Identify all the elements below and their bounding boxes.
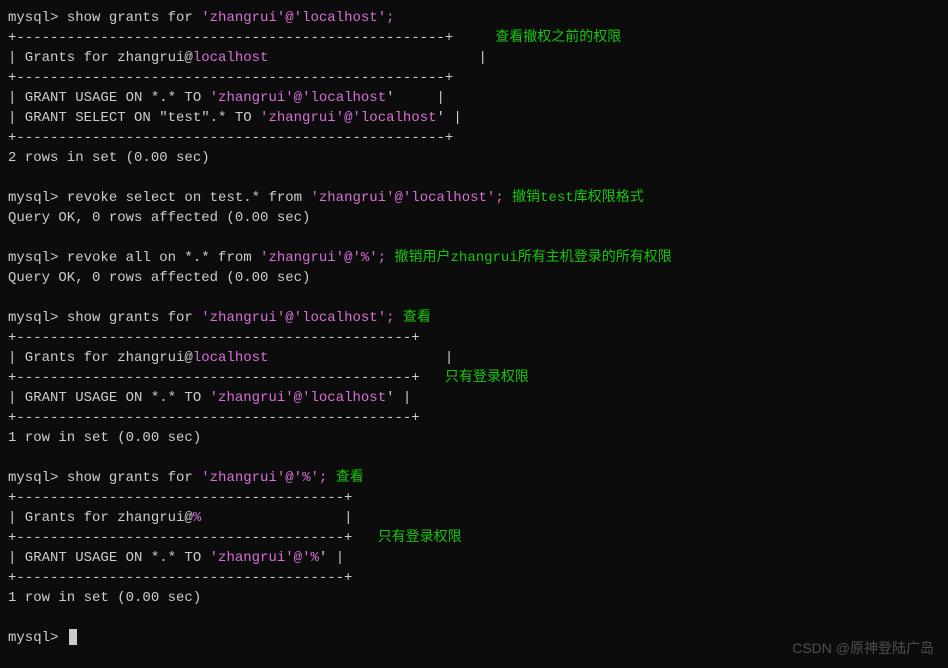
cmd-revoke-all: mysql> revoke all on *.* from 'zhangrui'… — [8, 248, 940, 268]
blank-line — [8, 228, 940, 248]
result-line: Query OK, 0 rows affected (0.00 sec) — [8, 268, 940, 288]
table-header: | Grants for zhangrui@localhost | — [8, 48, 940, 68]
result-line: 1 row in set (0.00 sec) — [8, 428, 940, 448]
annotation: 查看 — [336, 470, 364, 486]
cmd-revoke-select: mysql> revoke select on test.* from 'zha… — [8, 188, 940, 208]
blank-line — [8, 448, 940, 468]
table-border: +---------------------------------------… — [8, 528, 940, 548]
table-header: | Grants for zhangrui@% | — [8, 508, 940, 528]
table-border: +---------------------------------------… — [8, 408, 940, 428]
result-line: 1 row in set (0.00 sec) — [8, 588, 940, 608]
annotation: 查看撤权之前的权限 — [495, 30, 621, 46]
table-border: +---------------------------------------… — [8, 368, 940, 388]
annotation: 只有登录权限 — [378, 530, 462, 546]
annotation: 撤销用户zhangrui所有主机登录的所有权限 — [395, 250, 672, 266]
result-line: 2 rows in set (0.00 sec) — [8, 148, 940, 168]
cmd-show-grants-localhost-2: mysql> show grants for 'zhangrui'@'local… — [8, 308, 940, 328]
annotation: 只有登录权限 — [445, 370, 529, 386]
annotation: 查看 — [403, 310, 431, 326]
annotation: 撤销test库权限格式 — [512, 190, 644, 206]
table-border: +---------------------------------------… — [8, 128, 940, 148]
table-header: | Grants for zhangrui@localhost | — [8, 348, 940, 368]
table-row: | GRANT SELECT ON "test".* TO 'zhangrui'… — [8, 108, 940, 128]
result-line: Query OK, 0 rows affected (0.00 sec) — [8, 208, 940, 228]
table-row: | GRANT USAGE ON *.* TO 'zhangrui'@'loca… — [8, 388, 940, 408]
table-row: | GRANT USAGE ON *.* TO 'zhangrui'@'loca… — [8, 88, 940, 108]
blank-line — [8, 288, 940, 308]
blank-line — [8, 608, 940, 628]
table-border: +---------------------------------------… — [8, 568, 940, 588]
watermark: CSDN @原神登陆广岛 — [792, 638, 934, 658]
table-border: +---------------------------------------… — [8, 328, 940, 348]
cursor-icon — [69, 629, 77, 645]
table-border: +---------------------------------------… — [8, 68, 940, 88]
cmd-show-grants-localhost: mysql> show grants for 'zhangrui'@'local… — [8, 8, 940, 28]
table-row: | GRANT USAGE ON *.* TO 'zhangrui'@'%' | — [8, 548, 940, 568]
blank-line — [8, 168, 940, 188]
cmd-show-grants-any: mysql> show grants for 'zhangrui'@'%'; 查… — [8, 468, 940, 488]
table-border: +---------------------------------------… — [8, 28, 940, 48]
table-border: +---------------------------------------… — [8, 488, 940, 508]
